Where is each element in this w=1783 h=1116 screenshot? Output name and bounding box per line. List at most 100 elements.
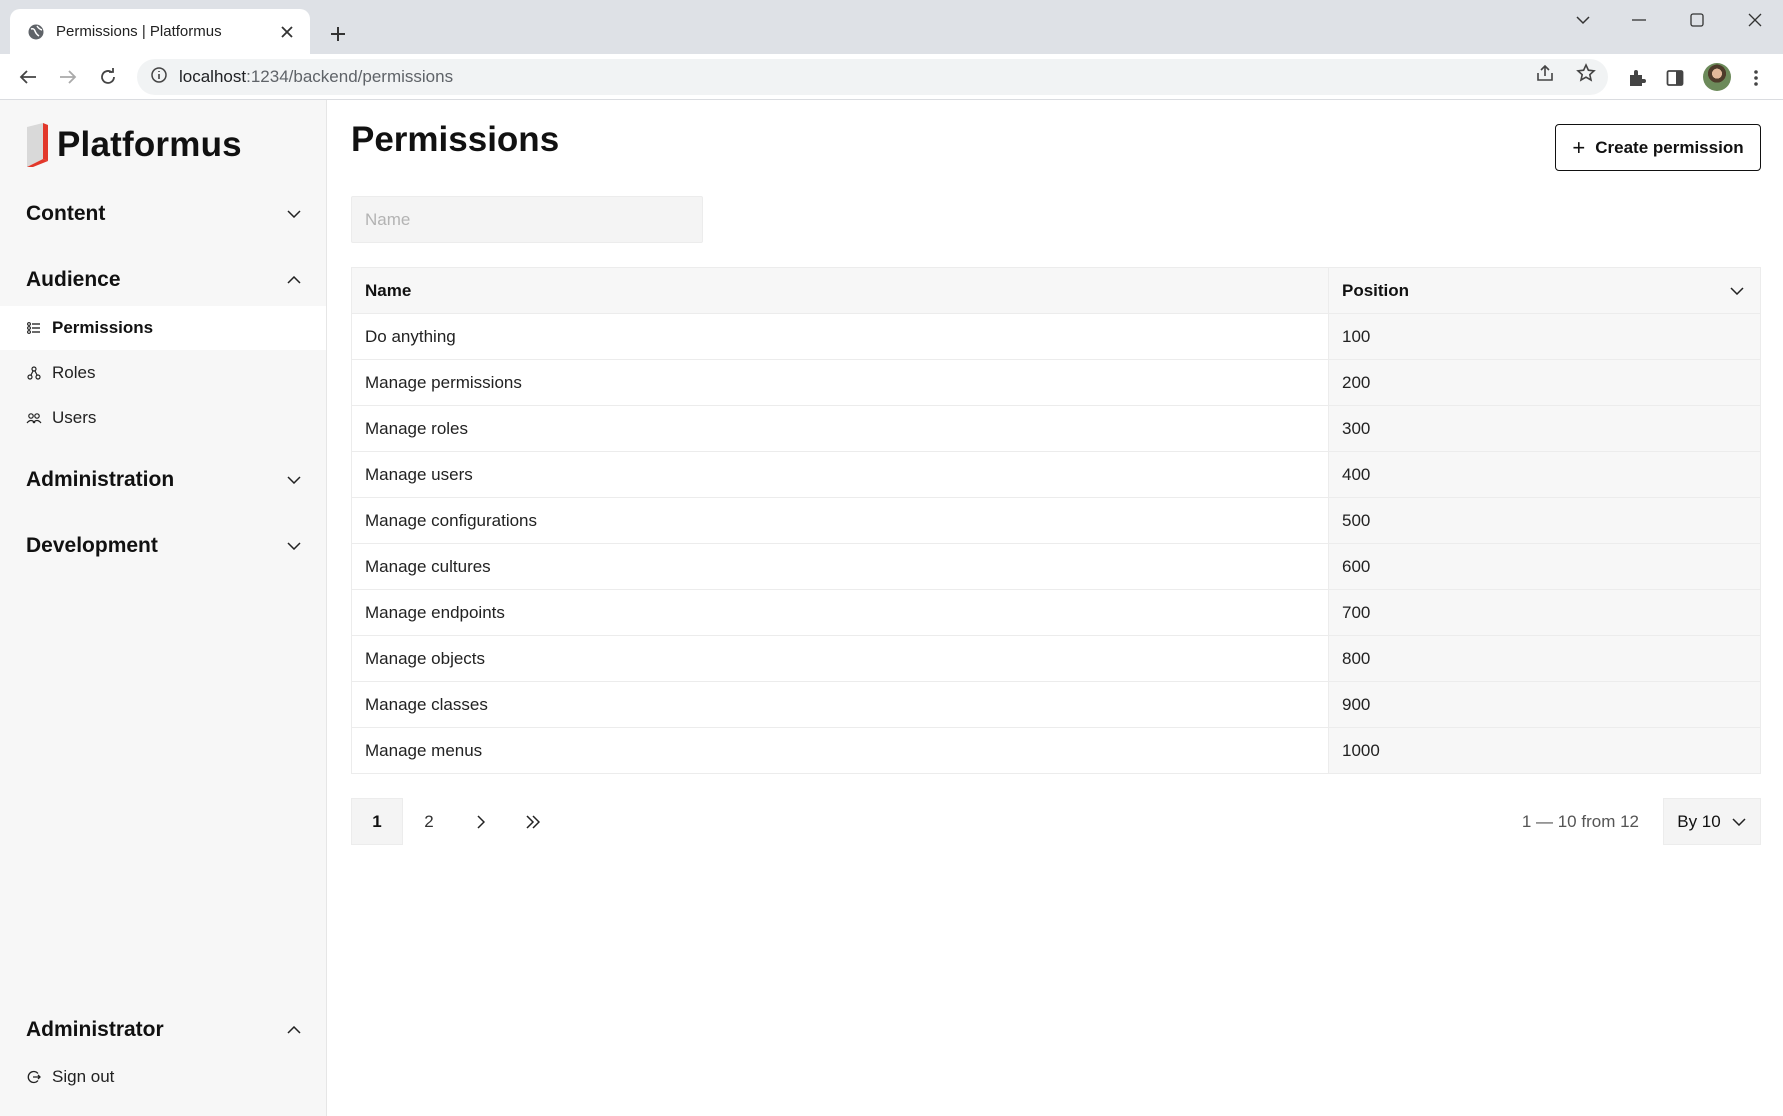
pagination: 1 2: [351, 798, 559, 845]
table-row[interactable]: Manage configurations 500: [351, 497, 1761, 544]
roles-icon: [26, 365, 42, 381]
sort-chevron-down-icon[interactable]: [1728, 282, 1746, 300]
chevron-down-icon: [285, 537, 303, 555]
side-panel-icon[interactable]: [1663, 66, 1687, 90]
cell-position: 200: [1328, 359, 1761, 406]
cell-position: 300: [1328, 405, 1761, 452]
cell-position: 500: [1328, 497, 1761, 544]
pagination-range-text: 1 — 10 from 12: [1521, 811, 1639, 831]
column-header-position[interactable]: Position: [1328, 267, 1761, 314]
chevron-up-icon: [285, 1021, 303, 1039]
globe-icon: [26, 22, 46, 42]
bookmark-star-icon[interactable]: [1575, 62, 1597, 84]
sidebar: Platformus Content Audience Permissions …: [0, 100, 327, 1116]
list-icon: [26, 320, 42, 336]
main-content: Permissions + Create permission Name Pos…: [327, 100, 1783, 1116]
browser-tabstrip: Permissions | Platformus: [0, 0, 1783, 54]
brand[interactable]: Platformus: [25, 122, 242, 168]
table-row[interactable]: Manage objects 800: [351, 635, 1761, 682]
column-header-label: Position: [1342, 280, 1410, 300]
sidebar-item-label: Permissions: [52, 318, 154, 337]
cell-name[interactable]: Manage classes: [351, 681, 1329, 728]
last-page-double-chevron-icon[interactable]: [507, 798, 559, 845]
profile-avatar[interactable]: [1703, 63, 1731, 91]
permissions-table: Name Position Do anything 100 Manage perm…: [351, 267, 1761, 774]
platformus-logo-icon: [25, 123, 49, 167]
cell-position: 100: [1328, 313, 1761, 360]
cell-name[interactable]: Manage configurations: [351, 497, 1329, 544]
cell-name[interactable]: Manage users: [351, 451, 1329, 498]
new-tab-icon[interactable]: [322, 18, 354, 50]
plus-icon: +: [1572, 134, 1586, 160]
section-content[interactable]: Content: [0, 192, 327, 236]
sidebar-item-sign-out[interactable]: Sign out: [0, 1055, 326, 1099]
tab-title: Permissions | Platformus: [56, 23, 222, 40]
per-page-select[interactable]: By 10: [1663, 798, 1761, 845]
next-page-chevron-right-icon[interactable]: [455, 798, 507, 845]
cell-name[interactable]: Manage permissions: [351, 359, 1329, 406]
sign-out-icon: [26, 1069, 42, 1085]
chevron-down-icon: [1731, 814, 1747, 830]
reload-icon[interactable]: [92, 61, 124, 93]
page-1-button[interactable]: 1: [351, 798, 403, 845]
table-row[interactable]: Do anything 100: [351, 313, 1761, 360]
forward-icon[interactable]: [52, 61, 84, 93]
cell-name[interactable]: Manage roles: [351, 405, 1329, 452]
create-permission-button[interactable]: + Create permission: [1555, 124, 1761, 171]
section-audience[interactable]: Audience: [0, 258, 327, 302]
section-title: Content: [26, 202, 106, 225]
back-icon[interactable]: [12, 61, 44, 93]
section-title: Administration: [26, 468, 175, 491]
column-header-name[interactable]: Name: [351, 267, 1329, 314]
section-title: Development: [26, 534, 158, 557]
cell-position: 700: [1328, 589, 1761, 636]
address-bar[interactable]: localhost:1234/backend/permissions: [137, 59, 1608, 95]
cell-name[interactable]: Manage cultures: [351, 543, 1329, 590]
table-header-row: Name Position: [351, 267, 1761, 314]
name-filter-input[interactable]: [351, 196, 703, 243]
table-row[interactable]: Manage permissions 200: [351, 359, 1761, 406]
sidebar-item-label: Users: [52, 408, 97, 427]
chevron-down-icon: [285, 471, 303, 489]
sidebar-item-label: Roles: [52, 363, 96, 382]
tab-search-icon[interactable]: [1555, 0, 1611, 40]
page-2-button[interactable]: 2: [403, 798, 455, 845]
page-title: Permissions: [351, 120, 560, 159]
cell-name[interactable]: Manage objects: [351, 635, 1329, 682]
minimize-icon[interactable]: [1611, 0, 1667, 40]
close-tab-icon[interactable]: [276, 21, 298, 43]
browser-toolbar: localhost:1234/backend/permissions: [0, 54, 1783, 100]
cell-name[interactable]: Do anything: [351, 313, 1329, 360]
table-row[interactable]: Manage users 400: [351, 451, 1761, 498]
section-administrator[interactable]: Administrator: [0, 1008, 327, 1052]
cell-position: 800: [1328, 635, 1761, 682]
sidebar-item-permissions[interactable]: Permissions: [0, 306, 326, 350]
sidebar-item-label: Sign out: [52, 1067, 115, 1086]
share-icon[interactable]: [1534, 62, 1556, 84]
url-text: localhost:1234/backend/permissions: [179, 67, 453, 87]
brand-name: Platformus: [57, 125, 242, 164]
cell-position: 1000: [1328, 727, 1761, 774]
table-row[interactable]: Manage roles 300: [351, 405, 1761, 452]
more-menu-icon[interactable]: [1744, 66, 1768, 90]
table-row[interactable]: Manage endpoints 700: [351, 589, 1761, 636]
table-row[interactable]: Manage cultures 600: [351, 543, 1761, 590]
table-row[interactable]: Manage classes 900: [351, 681, 1761, 728]
sidebar-item-users[interactable]: Users: [0, 396, 326, 440]
maximize-icon[interactable]: [1669, 0, 1725, 40]
extensions-icon[interactable]: [1625, 66, 1649, 90]
cell-name[interactable]: Manage endpoints: [351, 589, 1329, 636]
url-host: localhost: [179, 67, 247, 86]
cell-position: 900: [1328, 681, 1761, 728]
section-development[interactable]: Development: [0, 524, 327, 568]
sidebar-item-roles[interactable]: Roles: [0, 351, 326, 395]
table-row[interactable]: Manage menus 1000: [351, 727, 1761, 774]
close-window-icon[interactable]: [1727, 0, 1783, 40]
cell-name[interactable]: Manage menus: [351, 727, 1329, 774]
browser-tab[interactable]: Permissions | Platformus: [10, 9, 310, 54]
section-administration[interactable]: Administration: [0, 458, 327, 502]
site-info-icon[interactable]: [151, 66, 167, 88]
section-title: Administrator: [26, 1018, 164, 1041]
chevron-down-icon: [285, 205, 303, 223]
per-page-label: By 10: [1677, 811, 1721, 831]
